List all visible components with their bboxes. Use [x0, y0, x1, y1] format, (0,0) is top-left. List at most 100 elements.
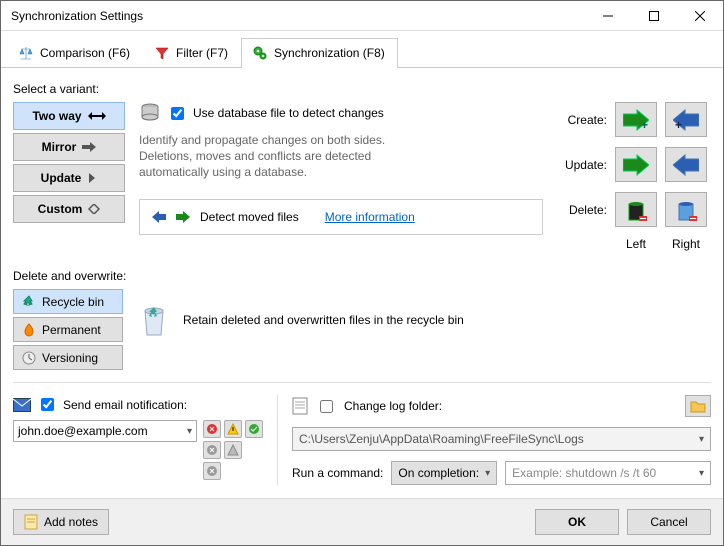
update-left-button[interactable]: [615, 147, 657, 182]
chevron-right-icon: [87, 173, 97, 183]
delete-left-button[interactable]: [615, 192, 657, 227]
minimize-button[interactable]: [585, 1, 631, 30]
create-right-button[interactable]: +: [665, 102, 707, 137]
recycle-icon: [22, 295, 36, 309]
funnel-icon: [154, 45, 170, 61]
chevron-down-icon: ▾: [485, 468, 490, 479]
permanent-label: Permanent: [42, 323, 101, 337]
variant-description: Identify and propagate changes on both s…: [139, 132, 399, 181]
actions-column: Create: + + Update: Delete: Left Right: [557, 102, 711, 251]
cancel-button[interactable]: Cancel: [627, 509, 711, 535]
arrow-right-green-icon: [176, 210, 190, 224]
browse-folder-button[interactable]: [685, 395, 711, 417]
versioning-button[interactable]: Versioning: [13, 345, 123, 370]
arrow-left-blue-icon: [152, 210, 166, 224]
db-checkbox-label: Use database file to detect changes: [193, 106, 384, 120]
separator: [13, 382, 711, 383]
variant-label: Mirror: [42, 140, 77, 154]
email-column: Send email notification: john.doe@exampl…: [13, 395, 263, 485]
command-placeholder: Example: shutdown /s /t 60: [512, 466, 656, 480]
tab-label: Comparison (F6): [40, 46, 130, 60]
notify-success-button[interactable]: [245, 420, 263, 438]
variant-label: Two way: [32, 109, 81, 123]
database-icon: [139, 102, 161, 124]
tab-synchronization[interactable]: Synchronization (F8): [241, 38, 398, 68]
svg-text:+: +: [675, 118, 682, 131]
scales-icon: [18, 45, 34, 61]
tab-comparison[interactable]: Comparison (F6): [7, 38, 143, 68]
delete-right-button[interactable]: [665, 192, 707, 227]
email-checkbox-label: Send email notification:: [63, 398, 187, 412]
log-checkbox[interactable]: [320, 400, 333, 413]
db-checkbox-row: Use database file to detect changes: [139, 102, 543, 124]
notify-warning-grey-button[interactable]: [224, 441, 242, 459]
variant-label: Custom: [38, 202, 83, 216]
recycle-bin-button[interactable]: Recycle bin: [13, 289, 123, 314]
description-column: Use database file to detect changes Iden…: [139, 102, 543, 251]
diamond-icon: [88, 204, 100, 214]
add-notes-button[interactable]: Add notes: [13, 509, 109, 535]
detect-moved-label: Detect moved files: [200, 210, 299, 224]
ok-label: OK: [568, 515, 586, 529]
command-timing-combo[interactable]: On completion: ▾: [391, 461, 497, 485]
log-icon: [292, 397, 308, 415]
arrow-right-icon: [82, 142, 96, 152]
recycle-bin-icon: [139, 303, 169, 337]
delete-section-label: Delete and overwrite:: [13, 269, 711, 283]
delete-overwrite-section: Delete and overwrite: Recycle bin Perman…: [13, 265, 711, 370]
notify-error-grey2-button[interactable]: [203, 462, 221, 480]
bottom-grid: Send email notification: john.doe@exampl…: [13, 395, 711, 485]
close-button[interactable]: [677, 1, 723, 30]
window-title: Synchronization Settings: [11, 9, 585, 23]
notify-warning-button[interactable]: [224, 420, 242, 438]
maximize-button[interactable]: [631, 1, 677, 30]
create-left-button[interactable]: +: [615, 102, 657, 137]
more-info-link[interactable]: More information: [325, 210, 415, 224]
variant-two-way[interactable]: Two way: [13, 102, 125, 130]
update-right-button[interactable]: [665, 147, 707, 182]
flame-icon: [22, 323, 36, 337]
tab-filter[interactable]: Filter (F7): [143, 38, 241, 68]
create-label: Create:: [557, 113, 607, 127]
variant-buttons: Two way Mirror Update Custom: [13, 102, 125, 251]
delete-description: Retain deleted and overwritten files in …: [183, 313, 464, 327]
chevron-down-icon: ▾: [187, 426, 192, 437]
log-path-input[interactable]: C:\Users\Zenju\AppData\Roaming\FreeFileS…: [292, 427, 711, 451]
two-way-arrow-icon: [88, 111, 106, 121]
update-label: Update:: [557, 158, 607, 172]
clock-icon: [22, 351, 36, 365]
envelope-icon: [13, 398, 31, 412]
db-checkbox[interactable]: [171, 107, 184, 120]
notify-error-button[interactable]: [203, 420, 221, 438]
cancel-label: Cancel: [650, 515, 687, 529]
left-caption: Left: [615, 237, 657, 251]
vertical-separator: [277, 395, 278, 485]
tab-label: Synchronization (F8): [274, 46, 385, 60]
email-input[interactable]: john.doe@example.com ▾: [13, 420, 197, 442]
versioning-label: Versioning: [42, 351, 98, 365]
notify-error-grey-button[interactable]: [203, 441, 221, 459]
note-icon: [24, 514, 38, 530]
notify-icon-grid: [203, 420, 263, 480]
svg-text:+: +: [641, 118, 648, 131]
delete-label: Delete:: [557, 203, 607, 217]
footer: Add notes OK Cancel: [1, 498, 723, 545]
permanent-button[interactable]: Permanent: [13, 317, 123, 342]
command-timing-value: On completion:: [398, 466, 479, 480]
right-caption: Right: [665, 237, 707, 251]
command-input[interactable]: Example: shutdown /s /t 60 ▾: [505, 461, 711, 485]
variant-row: Two way Mirror Update Custom: [13, 102, 711, 251]
tab-label: Filter (F7): [176, 46, 228, 60]
titlebar: Synchronization Settings: [1, 1, 723, 31]
log-column: Change log folder: C:\Users\Zenju\AppDat…: [292, 395, 711, 485]
log-checkbox-label: Change log folder:: [344, 399, 442, 413]
gears-icon: [252, 45, 268, 61]
variant-mirror[interactable]: Mirror: [13, 133, 125, 161]
variant-section-label: Select a variant:: [13, 82, 711, 96]
email-checkbox[interactable]: [41, 398, 54, 411]
ok-button[interactable]: OK: [535, 509, 619, 535]
variant-update[interactable]: Update: [13, 164, 125, 192]
command-label: Run a command:: [292, 466, 383, 480]
window: Synchronization Settings Comparison (F6)…: [0, 0, 724, 546]
variant-custom[interactable]: Custom: [13, 195, 125, 223]
